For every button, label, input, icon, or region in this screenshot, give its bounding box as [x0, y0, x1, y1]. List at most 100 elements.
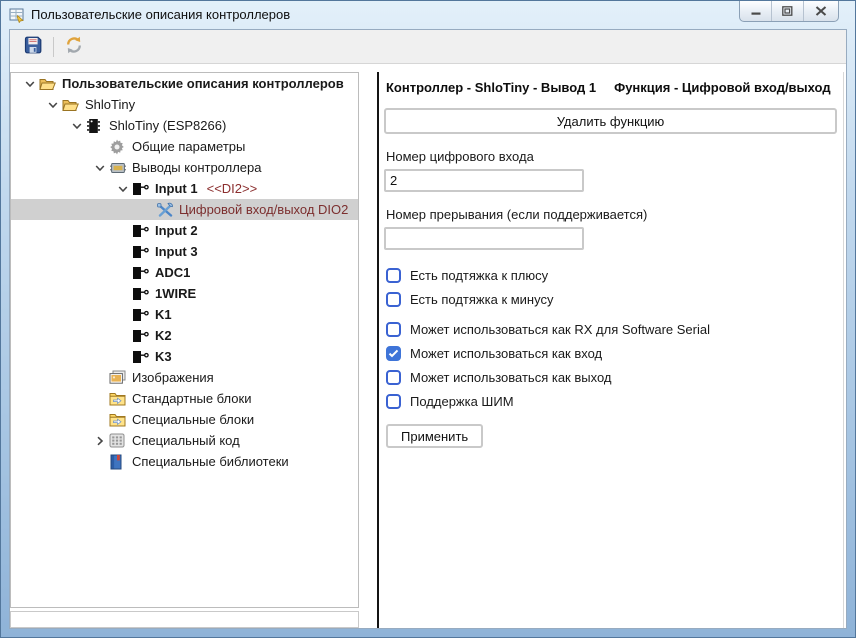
checkbox-row: Есть подтяжка к плюсу	[386, 263, 837, 287]
checkbox-unchecked[interactable]	[386, 291, 401, 307]
checkbox-row: Есть подтяжка к минусу	[386, 287, 837, 311]
digital-input-number-label: Номер цифрового входа	[386, 149, 534, 164]
window-title: Пользовательские описания контроллеров	[31, 7, 291, 22]
tree-item-label: Пользовательские описания контроллеров	[62, 76, 344, 91]
chevron-down-icon[interactable]	[21, 79, 39, 89]
tree-item[interactable]: Специальный код	[11, 430, 358, 451]
checkbox-checked[interactable]	[386, 345, 401, 361]
tree-item[interactable]: Специальные блоки	[11, 409, 358, 430]
tree-item-label: K2	[155, 328, 172, 343]
main-area: Пользовательские описания контроллеров Sh…	[9, 29, 847, 629]
apply-button[interactable]: Применить	[386, 424, 484, 448]
checkbox-unchecked[interactable]	[386, 369, 401, 385]
save-icon	[23, 35, 43, 58]
tree-item[interactable]: Стандартные блоки	[11, 388, 358, 409]
form-edit-icon	[9, 7, 25, 23]
checkbox-row: Поддержка ШИМ	[386, 389, 837, 413]
pin-icon	[132, 348, 151, 365]
pin-icon	[132, 243, 151, 260]
panel-header: Контроллер - ShloTiny - Вывод 1 Функция -…	[384, 80, 837, 95]
digital-input-number-field[interactable]	[384, 169, 584, 192]
tree-item-suffix: <<DI2>>	[206, 181, 258, 196]
tree-item[interactable]: Изображения	[11, 367, 358, 388]
save-button[interactable]	[20, 34, 46, 60]
gear-icon	[109, 138, 128, 155]
chevron-down-icon[interactable]	[68, 121, 86, 131]
app-window: Пользовательские описания контроллеров П…	[0, 0, 856, 638]
tree-item-label: Input 1	[155, 181, 198, 196]
tree-item[interactable]: 1WIRE	[11, 283, 358, 304]
tree-item-label: Специальный код	[132, 433, 240, 448]
checkbox-unchecked[interactable]	[386, 321, 401, 337]
folder-blocks-icon	[109, 411, 128, 428]
tree-item[interactable]: K2	[11, 325, 358, 346]
content-area: Пользовательские описания контроллеров Sh…	[10, 64, 846, 628]
tree-item[interactable]: K1	[11, 304, 358, 325]
tree-item[interactable]: Input 3	[11, 241, 358, 262]
toolbar-separator	[53, 36, 54, 57]
tree-item-label: Общие параметры	[132, 139, 246, 154]
tree-item[interactable]: Общие параметры	[11, 136, 358, 157]
checkbox-label: Может использоваться как вход	[410, 345, 603, 361]
tree-item[interactable]: Выводы контроллера	[11, 157, 358, 178]
tree-item[interactable]: Input 1 <<DI2>>	[11, 178, 358, 199]
checkbox-unchecked[interactable]	[386, 267, 401, 283]
refresh-icon	[64, 35, 84, 58]
tree-item-label: ADC1	[155, 265, 191, 280]
tree-bottom-strip	[10, 611, 359, 628]
pin-icon	[132, 285, 151, 302]
tree-item-label: Специальные библиотеки	[132, 454, 289, 469]
chip-icon	[86, 117, 105, 134]
tree-item-label: Input 2	[155, 223, 198, 238]
tools-icon	[156, 201, 175, 218]
titlebar[interactable]: Пользовательские описания контроллеров	[1, 1, 855, 28]
minimize-icon	[751, 4, 761, 19]
maximize-icon	[782, 4, 793, 19]
tree-item[interactable]: K3	[11, 346, 358, 367]
folder-open-icon	[39, 75, 58, 92]
delete-function-button[interactable]: Удалить функцию	[384, 108, 837, 134]
checkbox-label: Есть подтяжка к плюсу	[410, 267, 549, 283]
images-icon	[109, 369, 128, 386]
function-editor-panel: Контроллер - ShloTiny - Вывод 1 Функция -…	[379, 72, 844, 628]
interrupt-number-label: Номер прерывания (если поддерживается)	[386, 207, 648, 222]
pin-icon	[132, 180, 151, 197]
tree-item-label: Специальные блоки	[132, 412, 255, 427]
checkbox-label: Может использоваться как выход	[410, 369, 612, 385]
folder-blocks-icon	[109, 390, 128, 407]
chevron-down-icon[interactable]	[44, 100, 62, 110]
tree-item[interactable]: Input 2	[11, 220, 358, 241]
toolbar	[10, 30, 846, 64]
pin-icon	[132, 306, 151, 323]
tree-item-label: Изображения	[132, 370, 214, 385]
tree-item[interactable]: ADC1	[11, 262, 358, 283]
panel-header-function: Функция - Цифровой вход/выход	[614, 80, 831, 95]
mcu-icon	[109, 159, 128, 176]
checkbox-label: Может использоваться как RX для Software…	[410, 321, 710, 337]
tree-item[interactable]: Пользовательские описания контроллеров	[11, 73, 358, 94]
window-controls	[739, 1, 839, 22]
interrupt-number-field[interactable]	[384, 227, 584, 250]
tree-item-label: 1WIRE	[155, 286, 197, 301]
checkbox-unchecked[interactable]	[386, 393, 401, 409]
checkbox-row: Может использоваться как выход	[386, 365, 837, 389]
tree-item[interactable]: ShloTiny (ESP8266)	[11, 115, 358, 136]
close-icon	[815, 4, 827, 19]
close-button[interactable]	[804, 1, 838, 21]
checkbox-row: Может использоваться как RX для Software…	[386, 317, 837, 341]
chevron-down-icon[interactable]	[91, 163, 109, 173]
tree-item[interactable]: Цифровой вход/выход DIO2	[11, 199, 358, 220]
tree-item-label: K3	[155, 349, 172, 364]
library-icon	[109, 453, 128, 470]
chevron-down-icon[interactable]	[114, 184, 132, 194]
tree-item[interactable]: Специальные библиотеки	[11, 451, 358, 472]
minimize-button[interactable]	[740, 1, 772, 21]
maximize-button[interactable]	[772, 1, 804, 21]
checkbox-label: Поддержка ШИМ	[410, 393, 514, 409]
tree-item-label: Input 3	[155, 244, 198, 259]
chevron-right-icon[interactable]	[91, 436, 109, 446]
refresh-button[interactable]	[61, 34, 87, 60]
code-icon	[109, 432, 128, 449]
tree-item[interactable]: ShloTiny	[11, 94, 358, 115]
pin-icon	[132, 222, 151, 239]
